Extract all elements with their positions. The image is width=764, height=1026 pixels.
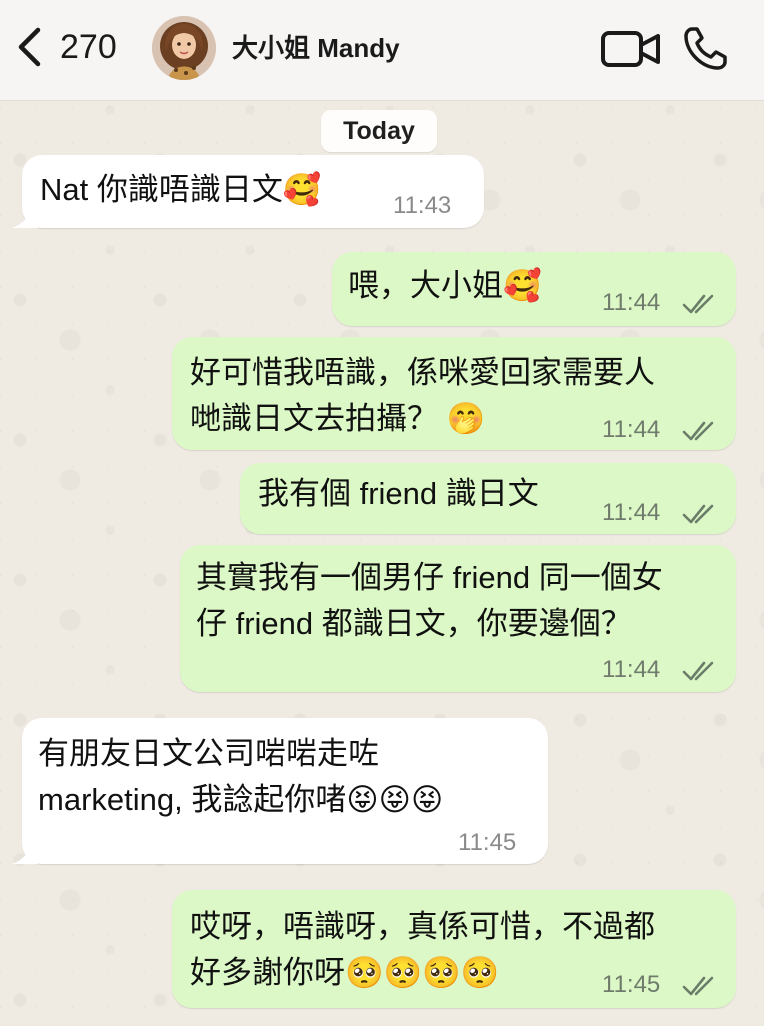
message-text: 其實我有一個男仔 friend 同一個女 仔 friend 都識日文，你要邊個？ [196,560,663,641]
message-time: 11:44 [602,416,661,443]
message-bubble-outgoing[interactable]: 其實我有一個男仔 friend 同一個女 仔 friend 都識日文，你要邊個？… [180,545,736,692]
message-time: 11:45 [458,829,517,856]
chevron-left-icon[interactable] [14,26,46,68]
message-text: 喂，大小姐🥰 [348,268,542,303]
read-receipt-icon [682,294,714,314]
date-chip: Today [321,110,437,152]
message-bubble-outgoing[interactable]: 好可惜我唔識，係咪愛回家需要人 哋識日文去拍攝？ 🤭 11:44 [172,337,736,450]
read-receipt-icon [682,976,714,996]
message-bubble-outgoing[interactable]: 喂，大小姐🥰 11:44 [332,252,736,326]
message-time: 11:45 [602,971,661,998]
message-bubble-outgoing[interactable]: 我有個 friend 識日文 11:44 [240,463,736,534]
read-receipt-icon [682,661,714,681]
message-time: 11:43 [393,192,452,219]
read-receipt-icon [682,504,714,524]
read-receipt-icon [682,421,714,441]
bubble-tail [12,838,38,864]
message-time: 11:44 [602,499,661,526]
video-camera-icon[interactable] [600,28,662,70]
message-text: 哎呀，唔識呀，真係可惜，不過都 好多謝你呀🥺🥺🥺🥺 [190,909,655,990]
message-text: 有朋友日文公司啱啱走咗 marketing, 我諗起你啫😝😝😝 [38,736,444,817]
message-bubble-outgoing[interactable]: 哎呀，唔識呀，真係可惜，不過都 好多謝你呀🥺🥺🥺🥺 11:45 [172,890,736,1008]
message-time: 11:44 [602,656,661,683]
message-bubble-incoming[interactable]: Nat 你識唔識日文🥰 11:43 [12,155,484,228]
contact-name[interactable]: 大小姐 Mandy [232,31,400,65]
message-time: 11:44 [602,289,661,316]
avatar[interactable] [152,16,216,80]
message-text: 好可惜我唔識，係咪愛回家需要人 哋識日文去拍攝？ 🤭 [190,355,655,436]
message-bubble-incoming[interactable]: 有朋友日文公司啱啱走咗 marketing, 我諗起你啫😝😝😝 11:45 [12,718,548,864]
message-text: 我有個 friend 識日文 [258,476,539,511]
chat-header: 270 大小姐 Mandy [0,0,764,101]
unread-count[interactable]: 270 [60,27,117,67]
bubble-tail [12,202,38,228]
message-text: Nat 你識唔識日文🥰 [40,172,322,207]
phone-icon[interactable] [682,24,730,72]
